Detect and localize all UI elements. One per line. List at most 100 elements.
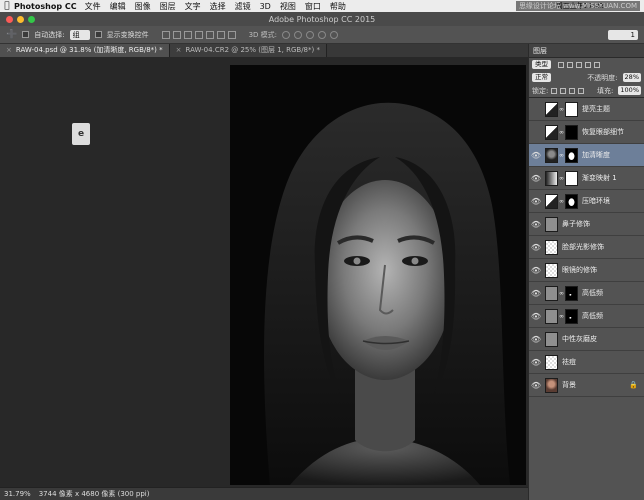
menu-layer[interactable]: 图层	[160, 1, 176, 12]
visibility-eye-icon[interactable]: 👁	[529, 151, 543, 160]
slide-3d-icon[interactable]	[318, 30, 327, 39]
mask-link-icon[interactable]: ∞	[558, 152, 565, 159]
layer-row[interactable]: 👁 ∞ 加清晰度	[529, 144, 644, 167]
visibility-eye-icon[interactable]: 👁	[529, 381, 543, 390]
layer-thumbnail[interactable]	[545, 331, 558, 347]
layer-row[interactable]: 👁 中性灰磨皮	[529, 328, 644, 351]
floating-file-icon[interactable]: e	[72, 123, 90, 145]
menu-window[interactable]: 窗口	[305, 1, 321, 12]
align-middle-icon[interactable]	[172, 30, 181, 39]
menu-image[interactable]: 图像	[135, 1, 151, 12]
layer-row[interactable]: 👁 ∞ 压暗环境	[529, 190, 644, 213]
align-right-icon[interactable]	[216, 30, 225, 39]
mask-link-icon[interactable]: ∞	[558, 129, 565, 136]
workspace-dropdown[interactable]: 1	[608, 29, 638, 40]
layer-row[interactable]: 👁 ∞ 提亮主题	[529, 98, 644, 121]
layer-mask-thumbnail[interactable]	[565, 101, 578, 117]
layer-thumbnail[interactable]	[545, 124, 558, 140]
layer-mask-thumbnail[interactable]	[565, 193, 578, 209]
visibility-eye-icon[interactable]: 👁	[529, 128, 543, 137]
layer-thumbnail[interactable]	[545, 377, 558, 393]
menu-3d[interactable]: 3D	[260, 2, 271, 11]
layer-row[interactable]: 👁 眼镜的修饰	[529, 259, 644, 282]
auto-select-checkbox[interactable]	[22, 31, 30, 38]
document-info[interactable]: 3744 像素 x 4680 像素 (300 ppi)	[39, 489, 150, 499]
layer-thumbnail[interactable]	[545, 147, 558, 163]
visibility-eye-icon[interactable]: 👁	[529, 289, 543, 298]
layer-thumbnail[interactable]	[545, 285, 558, 301]
visibility-eye-icon[interactable]: 👁	[529, 358, 543, 367]
rotate-3d-icon[interactable]	[282, 30, 291, 39]
lock-transparent-icon[interactable]	[551, 87, 558, 94]
filter-type-icon[interactable]	[576, 61, 582, 68]
layers-tab[interactable]: 图层	[529, 44, 644, 58]
layer-mask-thumbnail[interactable]	[565, 285, 578, 301]
layer-row[interactable]: 👁 ∞ 高低频	[529, 282, 644, 305]
close-window-button[interactable]	[6, 15, 13, 23]
distribute-icon[interactable]	[227, 30, 236, 39]
visibility-eye-icon[interactable]: 👁	[529, 197, 543, 206]
align-top-icon[interactable]	[161, 30, 170, 39]
menu-edit[interactable]: 编辑	[110, 1, 126, 12]
layer-mask-thumbnail[interactable]	[565, 124, 578, 140]
layer-thumbnail[interactable]	[545, 101, 558, 117]
menu-filter[interactable]: 滤镜	[235, 1, 251, 12]
mask-link-icon[interactable]: ∞	[558, 106, 565, 113]
layer-mask-thumbnail[interactable]	[565, 170, 578, 186]
layer-thumbnail[interactable]	[545, 170, 558, 186]
auto-select-dropdown[interactable]: 组	[69, 29, 90, 40]
menu-select[interactable]: 选择	[210, 1, 226, 12]
tab-raw04-psd[interactable]: × RAW-04.psd @ 31.8% (加清晰度, RGB/8*) *	[0, 44, 170, 57]
scale-3d-icon[interactable]	[330, 30, 339, 39]
show-transform-checkbox[interactable]	[94, 31, 102, 38]
layer-row[interactable]: 👁 背景 🔒	[529, 374, 644, 397]
filter-shape-icon[interactable]	[585, 61, 591, 68]
layer-row[interactable]: 👁 ∞ 渐变映射 1	[529, 167, 644, 190]
visibility-eye-icon[interactable]: 👁	[529, 174, 543, 183]
layer-row[interactable]: 👁 鼻子修饰	[529, 213, 644, 236]
menu-help[interactable]: 帮助	[330, 1, 346, 12]
filter-smart-icon[interactable]	[594, 61, 600, 68]
visibility-eye-icon[interactable]: 👁	[529, 105, 543, 114]
layer-thumbnail[interactable]	[545, 216, 558, 232]
layer-thumbnail[interactable]	[545, 354, 558, 370]
mask-link-icon[interactable]: ∞	[558, 313, 565, 320]
close-tab-icon[interactable]: ×	[176, 46, 182, 54]
drag-3d-icon[interactable]	[306, 30, 315, 39]
minimize-window-button[interactable]	[17, 15, 24, 23]
layer-mask-thumbnail[interactable]	[565, 308, 578, 324]
visibility-eye-icon[interactable]: 👁	[529, 312, 543, 321]
document-canvas[interactable]	[230, 65, 526, 485]
align-bottom-icon[interactable]	[183, 30, 192, 39]
layer-thumbnail[interactable]	[545, 239, 558, 255]
align-center-icon[interactable]	[205, 30, 214, 39]
filter-adjust-icon[interactable]	[567, 61, 573, 68]
visibility-eye-icon[interactable]: 👁	[529, 220, 543, 229]
tab-raw04-cr2[interactable]: × RAW-04.CR2 @ 25% (图层 1, RGB/8*) *	[169, 44, 327, 57]
layer-thumbnail[interactable]	[545, 308, 558, 324]
lock-all-icon[interactable]	[578, 87, 585, 94]
fill-input[interactable]: 100%	[618, 86, 641, 95]
layer-row[interactable]: 👁 ∞ 高低频	[529, 305, 644, 328]
filter-pixel-icon[interactable]	[558, 61, 564, 68]
opacity-input[interactable]: 28%	[622, 73, 641, 82]
mask-link-icon[interactable]: ∞	[558, 198, 565, 205]
visibility-eye-icon[interactable]: 👁	[529, 243, 543, 252]
layer-thumbnail[interactable]	[545, 262, 558, 278]
filter-kind-dropdown[interactable]: 类型	[532, 60, 551, 69]
layer-row[interactable]: 👁 祛痘	[529, 351, 644, 374]
layer-row[interactable]: 👁 ∞ 恢复眼部细节	[529, 121, 644, 144]
blend-mode-dropdown[interactable]: 正常	[532, 73, 551, 82]
mask-link-icon[interactable]: ∞	[558, 290, 565, 297]
align-left-icon[interactable]	[194, 30, 203, 39]
zoom-level[interactable]: 31.79%	[4, 490, 31, 498]
visibility-eye-icon[interactable]: 👁	[529, 266, 543, 275]
layer-thumbnail[interactable]	[545, 193, 558, 209]
mask-link-icon[interactable]: ∞	[558, 175, 565, 182]
layer-mask-thumbnail[interactable]	[565, 147, 578, 163]
lock-pixels-icon[interactable]	[560, 87, 567, 94]
layer-row[interactable]: 👁 脸部光影修饰	[529, 236, 644, 259]
roll-3d-icon[interactable]	[294, 30, 303, 39]
close-tab-icon[interactable]: ×	[6, 46, 12, 54]
zoom-window-button[interactable]	[28, 15, 35, 23]
